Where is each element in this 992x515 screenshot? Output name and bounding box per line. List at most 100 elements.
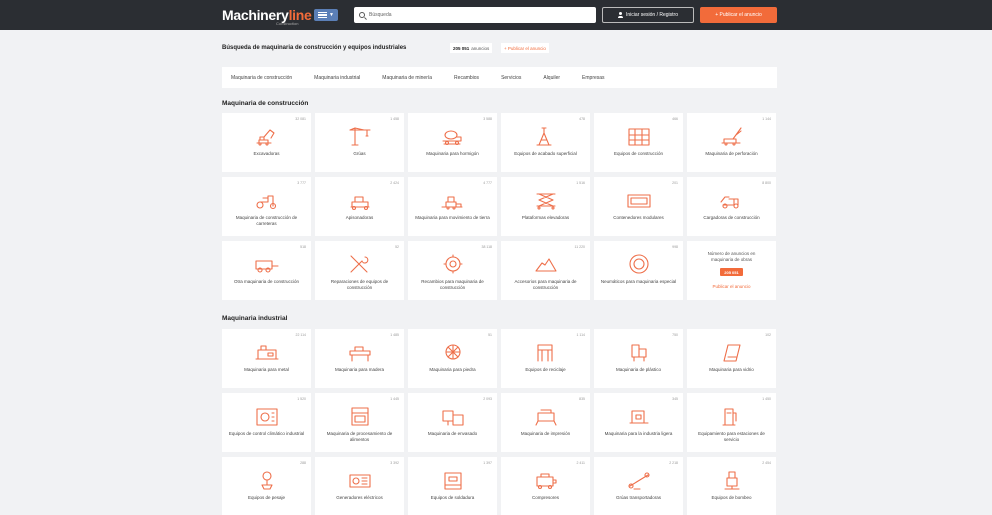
category-label: Maquinaria de envasado — [427, 431, 478, 436]
category-count: 1 485 — [390, 333, 399, 337]
fuel-station-icon — [721, 408, 737, 426]
category-tile[interactable]: 998 Neumáticos para maquinaria especial — [594, 241, 683, 300]
category-count: 518 — [300, 245, 306, 249]
compactor-icon — [349, 196, 370, 211]
category-tile[interactable]: 478 Equipos de acabado superficial — [501, 113, 590, 172]
category-tile[interactable]: 2 093 Maquinaria de envasado — [408, 393, 497, 452]
category-label: Maquinaria para movimiento de tierra — [415, 215, 490, 220]
category-tile[interactable]: 1 144 Maquinaria de perforación — [687, 113, 776, 172]
category-nav: Maquinaria de construcción Maquinaria in… — [222, 67, 777, 88]
category-tile[interactable]: 38 118 Recambios para maquinaria de const… — [408, 241, 497, 300]
category-tile[interactable]: 2 454 Equipos de bombeo — [687, 457, 776, 515]
category-label: Maquinaria de construcción de carreteras — [235, 215, 298, 226]
wood-machine-icon — [348, 346, 371, 362]
category-count: 1 144 — [762, 117, 771, 121]
category-label: Maquinaria para hormigón — [426, 151, 479, 156]
category-count: 8 800 — [762, 181, 771, 185]
wrench-icon — [349, 255, 368, 273]
language-selector[interactable]: ▼ — [314, 9, 338, 21]
top-bar: Machineryline Construction ▼ Iniciar ses… — [0, 0, 992, 30]
category-tile[interactable]: 3 588 Maquinaria para hormigón — [408, 113, 497, 172]
category-count: 3 392 — [390, 461, 399, 465]
pump-icon — [723, 471, 740, 490]
nav-services[interactable]: Servicios — [501, 75, 521, 81]
section-title-industrial: Maquinaria industrial — [222, 315, 288, 322]
category-tile[interactable]: 8 800 Cargadoras de construcción — [687, 177, 776, 236]
listing-summary-tile: Número de anuncios en maquinaria de obra… — [687, 241, 776, 300]
category-label: Maquinaria para metal — [244, 367, 289, 372]
category-tile[interactable]: 1 450 Equipamiento para estaciones de ser… — [687, 393, 776, 452]
category-tile[interactable]: 11 220 Accesorios para maquinaria de cons… — [501, 241, 590, 300]
search-input[interactable] — [369, 12, 569, 18]
category-tile[interactable]: 1 516 Plataformas elevadoras — [501, 177, 590, 236]
category-count: 466 — [672, 117, 678, 121]
category-tile[interactable]: 1 445 Maquinaria de procesamiento de alim… — [315, 393, 404, 452]
publish-button[interactable]: + Publicar el anuncio — [700, 7, 777, 23]
category-count: 3 777 — [297, 181, 306, 185]
category-label: Accesorios para maquinaria de construcci… — [514, 279, 577, 290]
nav-spare-parts[interactable]: Recambios — [454, 75, 479, 81]
category-tile[interactable]: 32 081 Excavadoras — [222, 113, 311, 172]
category-count: 1 458 — [390, 117, 399, 121]
category-tile[interactable]: 52 Reparaciones de equipos de construcció… — [315, 241, 404, 300]
nav-companies[interactable]: Empresas — [582, 75, 605, 81]
login-button[interactable]: Iniciar sesión / Registro — [602, 7, 694, 23]
nav-rental[interactable]: Alquiler — [543, 75, 560, 81]
category-tile[interactable]: 22 114 Maquinaria para metal — [222, 329, 311, 388]
category-tile[interactable]: 1 485 Maquinaria para madera — [315, 329, 404, 388]
listing-summary-publish-link[interactable]: Publicar el anuncio — [712, 284, 750, 289]
nav-mining[interactable]: Maquinaria de minería — [382, 75, 432, 81]
category-tile[interactable]: 2 218 Grúas transportadoras — [594, 457, 683, 515]
bucket-icon — [534, 258, 557, 272]
category-label: Recambios para maquinaria de construcció… — [421, 279, 484, 290]
category-count: 22 114 — [295, 333, 306, 337]
category-tile[interactable]: 1 114 Equipos de reciclaje — [501, 329, 590, 388]
page-title: Búsqueda de maquinaria de construcción y… — [222, 45, 407, 51]
category-tile[interactable]: 345 Maquinaria para la industria ligera — [594, 393, 683, 452]
category-tile[interactable]: 835 Maquinaria de impresión — [501, 393, 590, 452]
category-count: 4 777 — [483, 181, 492, 185]
category-tile[interactable]: 3 392 Generadores eléctricos — [315, 457, 404, 515]
category-label: Cargadoras de construcción — [703, 215, 760, 220]
publish-ad-link[interactable]: + Publicar el anuncio — [501, 43, 549, 53]
category-count: 1 397 — [483, 461, 492, 465]
scissor-lift-icon — [535, 193, 556, 210]
stone-machine-icon — [444, 344, 461, 360]
category-label: Excavadoras — [253, 151, 280, 156]
category-tile[interactable]: 51 Maquinaria para piedra — [408, 329, 497, 388]
category-tile[interactable]: 2 411 Compresores — [501, 457, 590, 515]
category-tile[interactable]: 4 777 Maquinaria para movimiento de tierr… — [408, 177, 497, 236]
category-tile[interactable]: 102 Maquinaria para vidrio — [687, 329, 776, 388]
category-label: Grúas — [353, 151, 366, 156]
category-count: 288 — [300, 461, 306, 465]
category-label: Equipos de bombeo — [711, 495, 752, 500]
category-tile[interactable]: 1 397 Equipos de soldadura — [408, 457, 497, 515]
glass-machine-icon — [722, 344, 741, 362]
category-count: 998 — [672, 245, 678, 249]
search-box[interactable] — [354, 7, 596, 23]
category-tile[interactable]: 288 Equipos de pesaje — [222, 457, 311, 515]
category-count: 51 — [488, 333, 492, 337]
category-tile[interactable]: 1 520 Equipos de control climático indust… — [222, 393, 311, 452]
packaging-icon — [441, 410, 464, 426]
publish-label: + Publicar el anuncio — [715, 12, 762, 18]
concrete-mixer-icon — [441, 130, 462, 146]
category-label: Maquinaria de plástico — [615, 367, 662, 372]
category-count: 2 218 — [669, 461, 678, 465]
category-tile[interactable]: 750 Maquinaria de plástico — [594, 329, 683, 388]
category-count: 835 — [579, 397, 585, 401]
sewing-machine-icon — [628, 410, 649, 424]
nav-industrial[interactable]: Maquinaria industrial — [314, 75, 360, 81]
category-label: Generadores eléctricos — [336, 495, 383, 500]
bulldozer-icon — [440, 196, 463, 210]
category-tile[interactable]: 466 Equipos de construcción — [594, 113, 683, 172]
category-label: Maquinaria de procesamiento de alimentos — [326, 431, 393, 442]
scaffolding-icon — [627, 128, 650, 146]
category-tile[interactable]: 2 424 Apisonadoras — [315, 177, 404, 236]
category-tile[interactable]: 201 Contenedores modulares — [594, 177, 683, 236]
category-tile[interactable]: 3 777 Maquinaria de construcción de carre… — [222, 177, 311, 236]
category-tile[interactable]: 1 458 Grúas — [315, 113, 404, 172]
category-label: Otra maquinaria de construcción — [233, 279, 300, 284]
category-tile[interactable]: 518 Otra maquinaria de construcción — [222, 241, 311, 300]
nav-construction[interactable]: Maquinaria de construcción — [231, 75, 292, 81]
